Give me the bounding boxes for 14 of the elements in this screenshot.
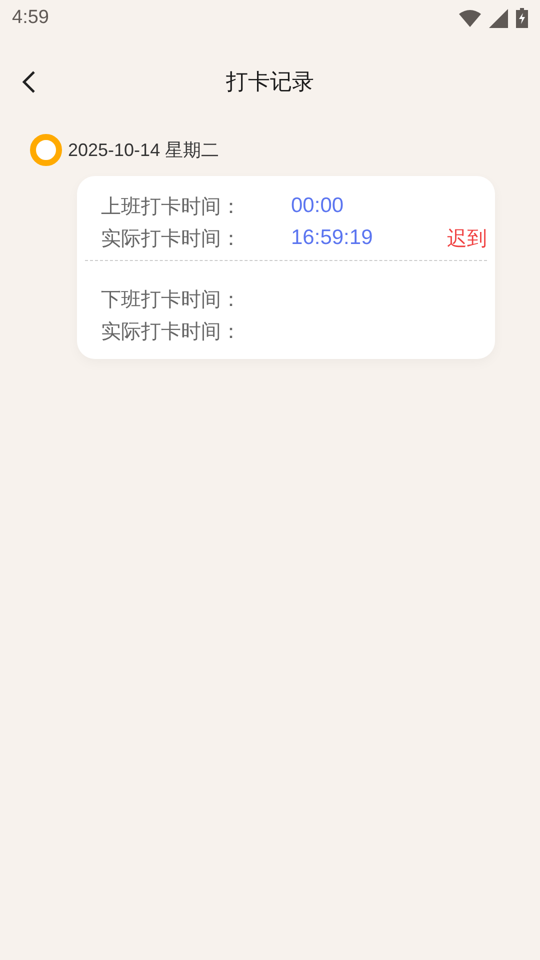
- time-value: 00:00: [291, 193, 344, 220]
- time-label: 下班打卡时间：: [101, 286, 242, 313]
- time-value: 16:59:19: [291, 225, 373, 252]
- time-label: 实际打卡时间：: [101, 225, 242, 252]
- battery-icon: [516, 8, 528, 28]
- signal-icon: [489, 8, 508, 28]
- record-date: 2025-10-14 星期二: [68, 138, 220, 162]
- status-time: 4:59: [12, 6, 49, 30]
- timeline-dot: [30, 134, 62, 166]
- time-label: 上班打卡时间：: [101, 193, 242, 220]
- page-title: 打卡记录: [226, 68, 314, 96]
- late-status: 迟到: [447, 225, 487, 252]
- time-label: 实际打卡时间：: [101, 318, 242, 345]
- wifi-icon: [459, 9, 481, 27]
